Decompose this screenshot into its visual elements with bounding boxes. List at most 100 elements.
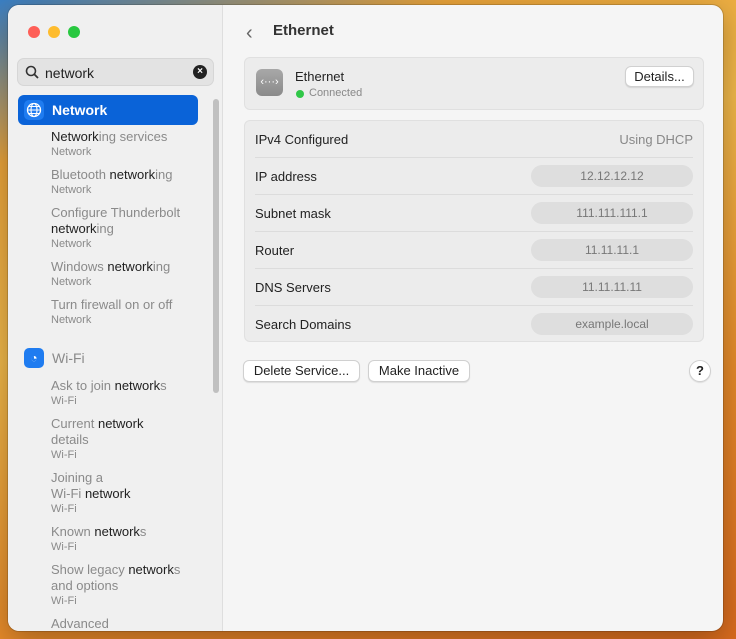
details-button[interactable]: Details... <box>625 66 694 87</box>
result-match: network <box>51 221 97 236</box>
result-text: Ask to join networks <box>51 378 167 393</box>
status-text: Connected <box>309 87 363 99</box>
result-text: Show legacy networks and options <box>51 562 180 593</box>
row-label: IPv4 Configured <box>255 132 349 147</box>
search-result-network[interactable]: Configure Thunderbolt networking Network <box>51 205 201 251</box>
result-match: network <box>109 167 156 182</box>
result-category: Wi-Fi <box>51 595 77 607</box>
setting-row: Search Domains example.local <box>255 306 693 343</box>
result-text-post: ing <box>96 221 114 236</box>
result-text: Advanced <box>51 616 109 631</box>
search-result-network[interactable]: Networking services Network <box>51 129 201 159</box>
search-result-network[interactable]: Bluetooth networking Network <box>51 167 201 197</box>
row-label: Search Domains <box>255 317 352 332</box>
main-pane: ‹ Ethernet ‹···› Ethernet Connected Deta… <box>223 5 723 631</box>
result-text-pre: Turn firewall on or off <box>51 297 173 312</box>
result-text: Turn firewall on or off <box>51 297 172 312</box>
result-category: Network <box>51 184 92 196</box>
result-text: Joining a Wi-Fi network <box>51 470 130 501</box>
setting-row: DNS Servers 11.11.11.11 <box>255 269 693 306</box>
result-text: Windows networking <box>51 259 170 274</box>
result-match: network <box>94 524 140 539</box>
search-icon <box>25 65 39 79</box>
row-label: Subnet mask <box>255 206 331 221</box>
delete-service-button[interactable]: Delete Service... <box>243 360 360 382</box>
service-name: Ethernet <box>295 69 345 84</box>
row-value: Using DHCP <box>619 132 693 147</box>
setting-row: IP address 12.12.12.12 <box>255 158 693 195</box>
result-text-pre: Ask to join <box>51 378 115 393</box>
search-result-wifi[interactable]: Joining a Wi-Fi network Wi-Fi <box>51 470 201 516</box>
row-value[interactable]: example.local <box>531 313 693 335</box>
result-text: Current network details <box>51 416 144 447</box>
result-category: Network <box>51 146 92 158</box>
zoom-button[interactable] <box>68 26 80 38</box>
help-button[interactable]: ? <box>689 360 711 382</box>
row-value[interactable]: 11.11.11.11 <box>531 276 693 298</box>
category-label: Wi-Fi <box>52 350 85 366</box>
result-text-post: details <box>51 432 89 447</box>
result-text-post: ing services <box>98 129 168 144</box>
result-match: network <box>128 562 174 577</box>
search-result-wifi[interactable]: Advanced <box>51 616 201 631</box>
search-input[interactable]: network <box>45 65 94 81</box>
result-text: Networking services <box>51 129 167 144</box>
result-text-post: ing <box>152 259 171 274</box>
row-value[interactable]: 111.111.111.1 <box>531 202 693 224</box>
ethernet-icon: ‹···› <box>256 69 283 96</box>
search-result-network[interactable]: Windows networking Network <box>51 259 201 289</box>
result-match: network <box>114 378 161 393</box>
search-result-wifi[interactable]: Ask to join networks Wi-Fi <box>51 378 201 408</box>
result-text-pre: Advanced <box>51 616 109 631</box>
result-text-pre: Windows <box>51 259 108 274</box>
result-text-pre: Configure Thunderbolt <box>51 205 181 220</box>
status-dot-icon <box>296 90 304 98</box>
result-text-pre: Bluetooth <box>51 167 110 182</box>
setting-row: Subnet mask 111.111.111.1 <box>255 195 693 232</box>
result-text-post: ing <box>155 167 173 182</box>
row-label: Router <box>255 243 295 258</box>
search-result-wifi[interactable]: Show legacy networks and options Wi-Fi <box>51 562 201 608</box>
search-result-wifi[interactable]: Known networks Wi-Fi <box>51 524 201 554</box>
result-text-pre: Show legacy <box>51 562 129 577</box>
row-label: DNS Servers <box>255 280 331 295</box>
result-category: Wi-Fi <box>51 395 77 407</box>
make-inactive-button[interactable]: Make Inactive <box>368 360 470 382</box>
search-result-wifi[interactable]: Current network details Wi-Fi <box>51 416 201 462</box>
globe-icon <box>24 100 44 120</box>
result-text-pre: Current <box>51 416 98 431</box>
result-text: Known networks <box>51 524 146 539</box>
result-category: Wi-Fi <box>51 541 77 553</box>
category-label: Network <box>52 102 108 118</box>
result-category: Network <box>51 314 92 326</box>
page-title: Ethernet <box>273 22 334 39</box>
settings-window: network × Network Networking services Net… <box>8 5 723 631</box>
row-label: IP address <box>255 169 317 184</box>
result-text-post: s <box>160 378 167 393</box>
result-category: Network <box>51 238 92 250</box>
result-match: network <box>97 416 144 431</box>
result-match: Network <box>51 129 99 144</box>
result-text-post: s <box>139 524 147 539</box>
clear-search-icon[interactable]: × <box>193 65 207 79</box>
sidebar-item-network[interactable]: Network <box>24 100 107 120</box>
close-button[interactable] <box>28 26 40 38</box>
result-category: Wi-Fi <box>51 449 77 461</box>
service-card: ‹···› Ethernet Connected Details... <box>244 57 704 110</box>
row-value[interactable]: 12.12.12.12 <box>531 165 693 187</box>
row-value[interactable]: 11.11.11.1 <box>531 239 693 261</box>
result-category: Wi-Fi <box>51 503 77 515</box>
result-match: network <box>107 259 153 274</box>
back-chevron-icon[interactable]: ‹ <box>246 22 253 45</box>
window-controls <box>28 26 80 38</box>
ip-settings-card: IPv4 Configured Using DHCP IP address 12.12… <box>244 120 704 342</box>
setting-row: Router 11.11.11.1 <box>255 232 693 269</box>
minimize-button[interactable] <box>48 26 60 38</box>
result-text: Bluetooth networking <box>51 167 172 182</box>
result-text: Configure Thunderbolt networking <box>51 205 180 236</box>
result-category: Network <box>51 276 92 288</box>
search-result-network[interactable]: Turn firewall on or off Network <box>51 297 201 327</box>
sidebar-scrollbar[interactable] <box>213 99 219 393</box>
search-field[interactable]: network × <box>17 58 214 86</box>
sidebar-item-wifi[interactable]: ◔ Wi-Fi <box>24 348 85 368</box>
